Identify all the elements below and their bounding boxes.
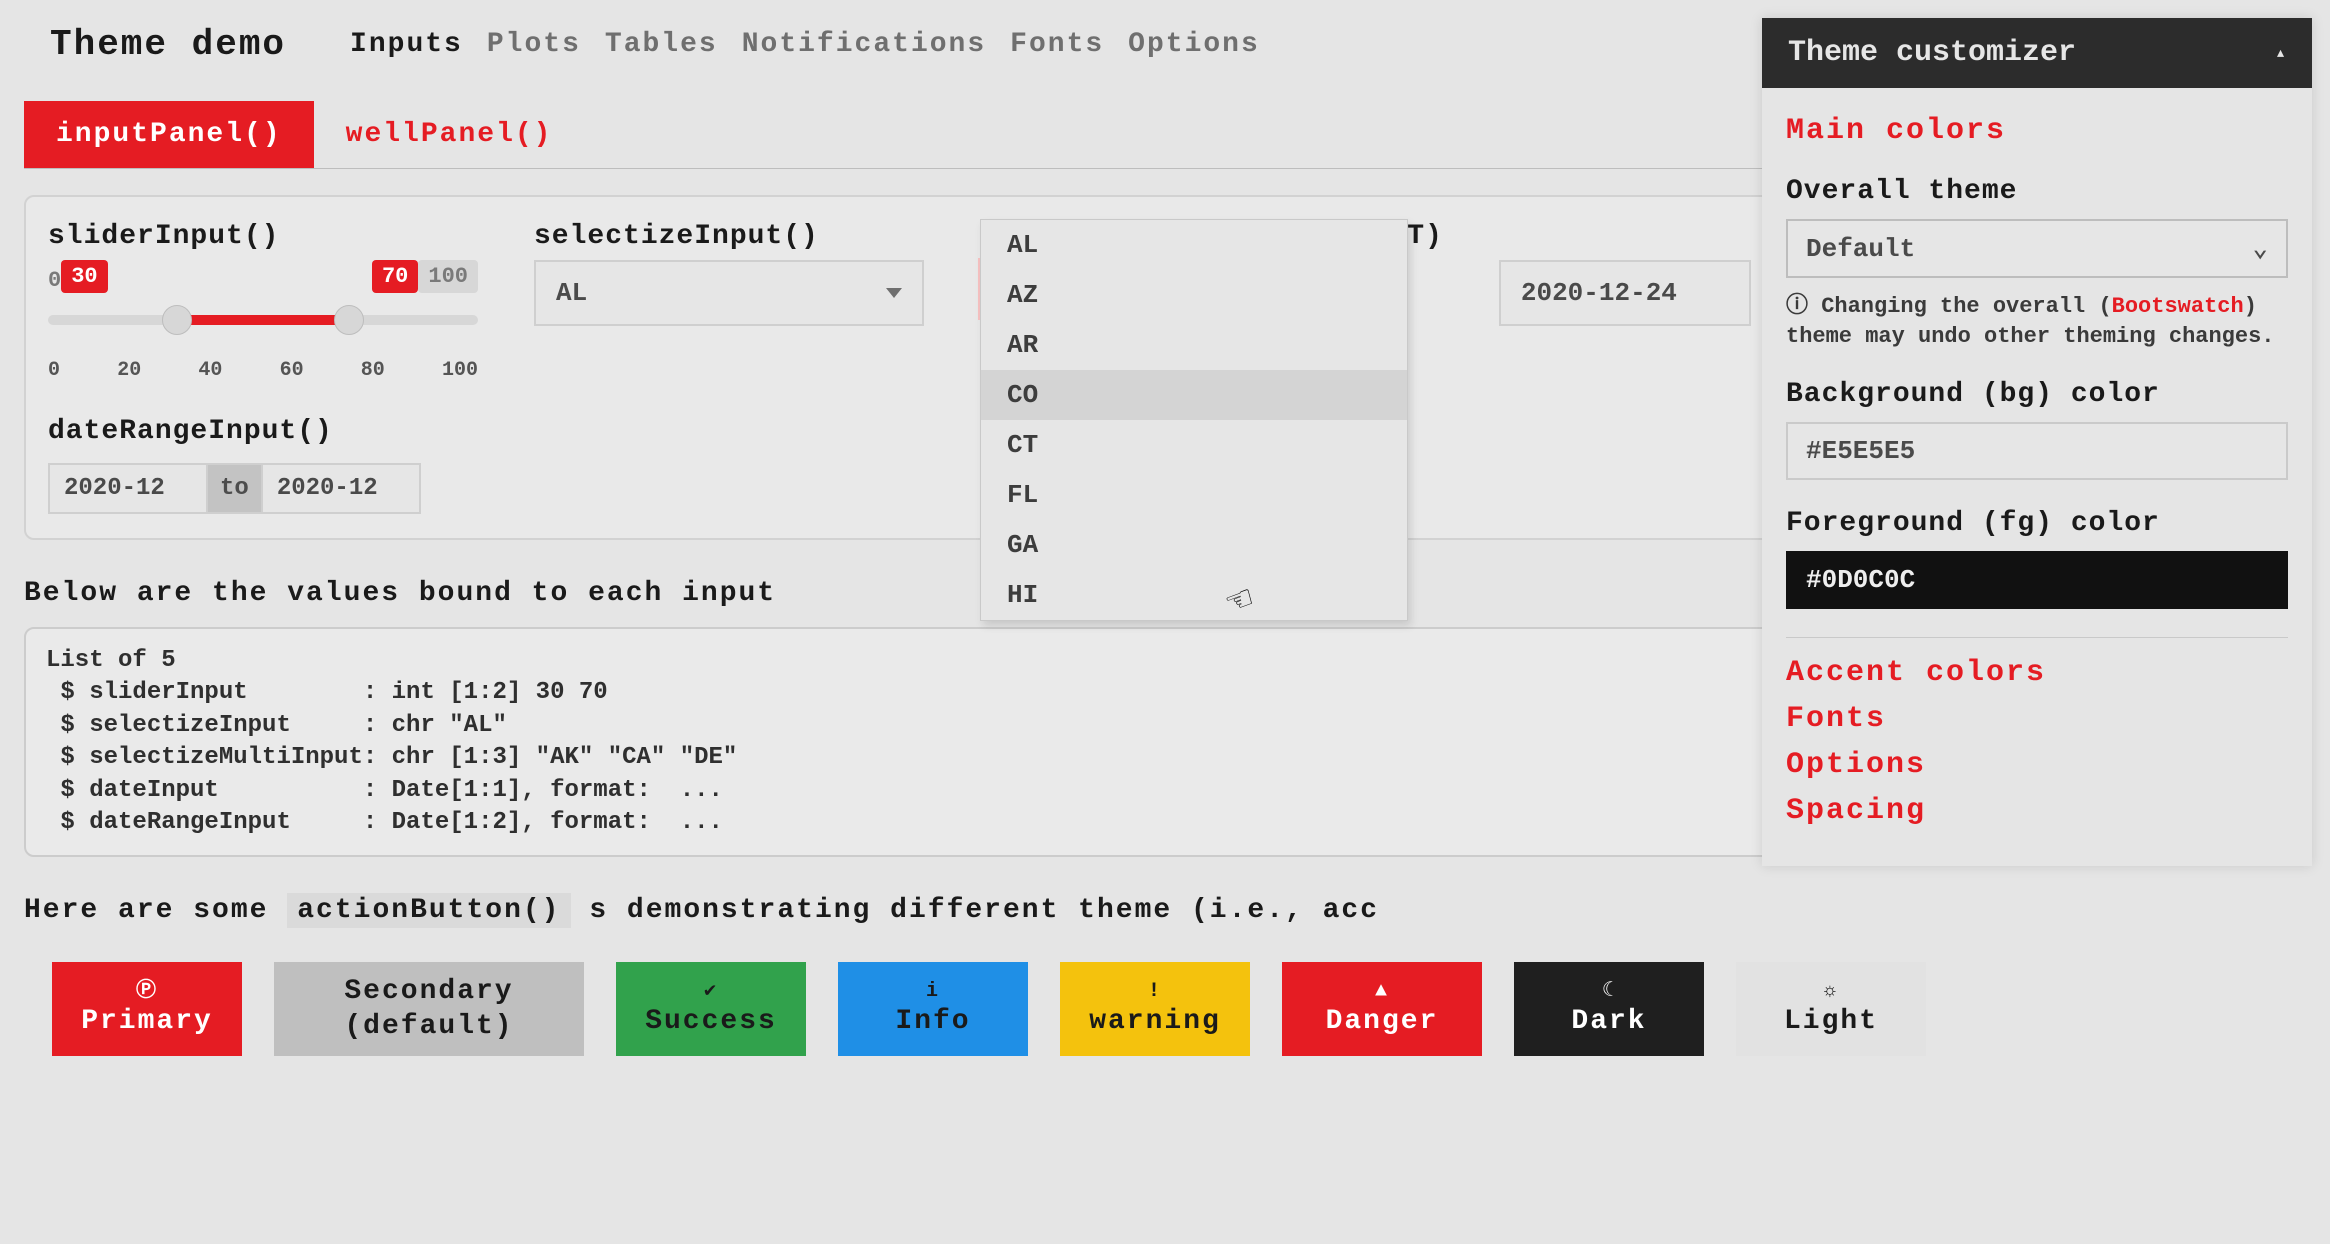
- selectize-group: selectizeInput() AL: [534, 221, 924, 382]
- ruler-tick: 100: [442, 359, 478, 382]
- slider-group: sliderInput() 0 30 70 100 0 20 40: [48, 221, 478, 382]
- daterange-sep: to: [208, 463, 261, 514]
- selectize-label: selectizeInput(): [534, 221, 924, 252]
- moon-icon: ☾: [1602, 982, 1616, 1002]
- bootswatch-link[interactable]: Bootswatch: [2112, 294, 2244, 319]
- section-main-colors[interactable]: Main colors: [1786, 114, 2288, 148]
- dark-button[interactable]: ☾ Dark: [1514, 962, 1704, 1056]
- sun-icon: ☼: [1824, 982, 1838, 1002]
- dropdown-option[interactable]: AR: [981, 320, 1407, 370]
- overall-theme-select[interactable]: Default ⌄: [1786, 219, 2288, 278]
- light-button[interactable]: ☼ Light: [1736, 962, 1926, 1056]
- date-label: [1499, 221, 1751, 252]
- slider-top-row: 0 30 70 100: [48, 260, 478, 293]
- intro-code: actionButton(): [287, 893, 570, 928]
- btn-label: Info: [895, 1006, 970, 1037]
- dropdown-option[interactable]: FL: [981, 470, 1407, 520]
- info-button[interactable]: i Info: [838, 962, 1028, 1056]
- slider-label: sliderInput(): [48, 221, 478, 252]
- overall-theme-hint: ⓘ Changing the overall (Bootswatch) them…: [1786, 292, 2288, 351]
- tab-wellpanel[interactable]: wellPanel(): [314, 101, 585, 168]
- btn-label: Secondary: [344, 976, 513, 1007]
- nav-item-inputs[interactable]: Inputs: [350, 29, 463, 60]
- primary-button[interactable]: Ⓟ Primary: [52, 962, 242, 1056]
- slider-track[interactable]: [48, 315, 478, 325]
- btn-label: Dark: [1571, 1006, 1646, 1037]
- success-button[interactable]: ✔ Success: [616, 962, 806, 1056]
- fg-color-label: Foreground (fg) color: [1786, 508, 2288, 539]
- btn-label: Light: [1784, 1006, 1878, 1037]
- fg-color-input[interactable]: #0D0C0C: [1786, 551, 2288, 609]
- btn-label: Danger: [1326, 1006, 1439, 1037]
- overall-theme-label: Overall theme: [1786, 176, 2288, 207]
- separator: [1786, 637, 2288, 638]
- dropdown-option[interactable]: CT: [981, 420, 1407, 470]
- intro-text: s demonstrating different theme (i.e., a…: [589, 895, 1379, 926]
- alert-triangle-icon: ▲: [1375, 982, 1389, 1002]
- daterange-from[interactable]: 2020-12: [48, 463, 208, 514]
- nav-item-fonts[interactable]: Fonts: [1010, 29, 1104, 60]
- slider-fill: [177, 315, 349, 325]
- section-spacing[interactable]: Spacing: [1786, 794, 2288, 828]
- slider-min: 0: [48, 268, 61, 293]
- nav-item-tables[interactable]: Tables: [605, 29, 718, 60]
- selectize-dropdown: AL AZ AR CO CT FL GA HI: [980, 219, 1408, 621]
- ruler-tick: 60: [280, 359, 304, 382]
- selectize-value: AL: [556, 278, 587, 308]
- buttons-intro: Here are some actionButton() s demonstra…: [24, 895, 2306, 926]
- warning-button[interactable]: ! warning: [1060, 962, 1250, 1056]
- dropdown-option-highlighted[interactable]: CO: [981, 370, 1407, 420]
- check-icon: ✔: [704, 982, 718, 1002]
- tab-inputpanel[interactable]: inputPanel(): [24, 101, 314, 168]
- selectize-input[interactable]: AL: [534, 260, 924, 326]
- dropdown-option[interactable]: HI: [981, 570, 1407, 620]
- hint-text: ⓘ Changing the overall (: [1786, 294, 2112, 319]
- slider-value-lo: 30: [61, 260, 107, 293]
- overall-theme-value: Default: [1806, 234, 1915, 264]
- chevron-down-icon: ⌄: [2252, 233, 2268, 264]
- bg-color-label: Background (bg) color: [1786, 379, 2288, 410]
- nav-item-plots[interactable]: Plots: [487, 29, 581, 60]
- dropdown-option[interactable]: AZ: [981, 270, 1407, 320]
- btn-label: Primary: [81, 1006, 213, 1037]
- nav-item-notifications[interactable]: Notifications: [742, 29, 986, 60]
- dropdown-option[interactable]: AL: [981, 220, 1407, 270]
- date-input[interactable]: 2020-12-24: [1499, 260, 1751, 326]
- bg-color-input[interactable]: #E5E5E5: [1786, 422, 2288, 480]
- action-button-row: Ⓟ Primary Secondary (default) ✔ Success …: [24, 962, 2306, 1056]
- slider-handle-lo[interactable]: [162, 305, 192, 335]
- ruler-tick: 40: [198, 359, 222, 382]
- parking-icon: Ⓟ: [136, 982, 158, 1002]
- nav-item-options[interactable]: Options: [1128, 29, 1260, 60]
- navbar-brand: Theme demo: [50, 24, 286, 65]
- slider-ruler: 0 20 40 60 80 100: [48, 359, 478, 382]
- secondary-button[interactable]: Secondary (default): [274, 962, 584, 1056]
- btn-label: Success: [645, 1006, 777, 1037]
- dropdown-option[interactable]: GA: [981, 520, 1407, 570]
- customizer-title: Theme customizer: [1788, 36, 2076, 70]
- intro-text: Here are some: [24, 895, 287, 926]
- theme-customizer-panel: Theme customizer ▴ Main colors Overall t…: [1762, 18, 2312, 866]
- exclamation-icon: !: [1148, 982, 1162, 1002]
- date-group: 2020-12-24: [1499, 221, 1751, 382]
- slider-handle-hi[interactable]: [334, 305, 364, 335]
- customizer-body: Main colors Overall theme Default ⌄ ⓘ Ch…: [1762, 88, 2312, 866]
- info-icon: i: [926, 982, 940, 1002]
- chevron-up-icon: ▴: [2275, 42, 2286, 64]
- ruler-tick: 20: [117, 359, 141, 382]
- chevron-down-icon: [886, 288, 902, 298]
- danger-button[interactable]: ▲ Danger: [1282, 962, 1482, 1056]
- section-accent-colors[interactable]: Accent colors: [1786, 656, 2288, 690]
- btn-label: warning: [1089, 1006, 1221, 1037]
- btn-sublabel: (default): [344, 1011, 513, 1042]
- daterange-to[interactable]: 2020-12: [261, 463, 421, 514]
- customizer-header[interactable]: Theme customizer ▴: [1762, 18, 2312, 88]
- slider-max: 100: [418, 260, 478, 293]
- section-options[interactable]: Options: [1786, 748, 2288, 782]
- ruler-tick: 80: [361, 359, 385, 382]
- section-fonts[interactable]: Fonts: [1786, 702, 2288, 736]
- slider-value-hi: 70: [372, 260, 418, 293]
- ruler-tick: 0: [48, 359, 60, 382]
- selectize-multi-group: selectizeInput(multiple=T) AK CA DE AL A…: [980, 221, 1443, 382]
